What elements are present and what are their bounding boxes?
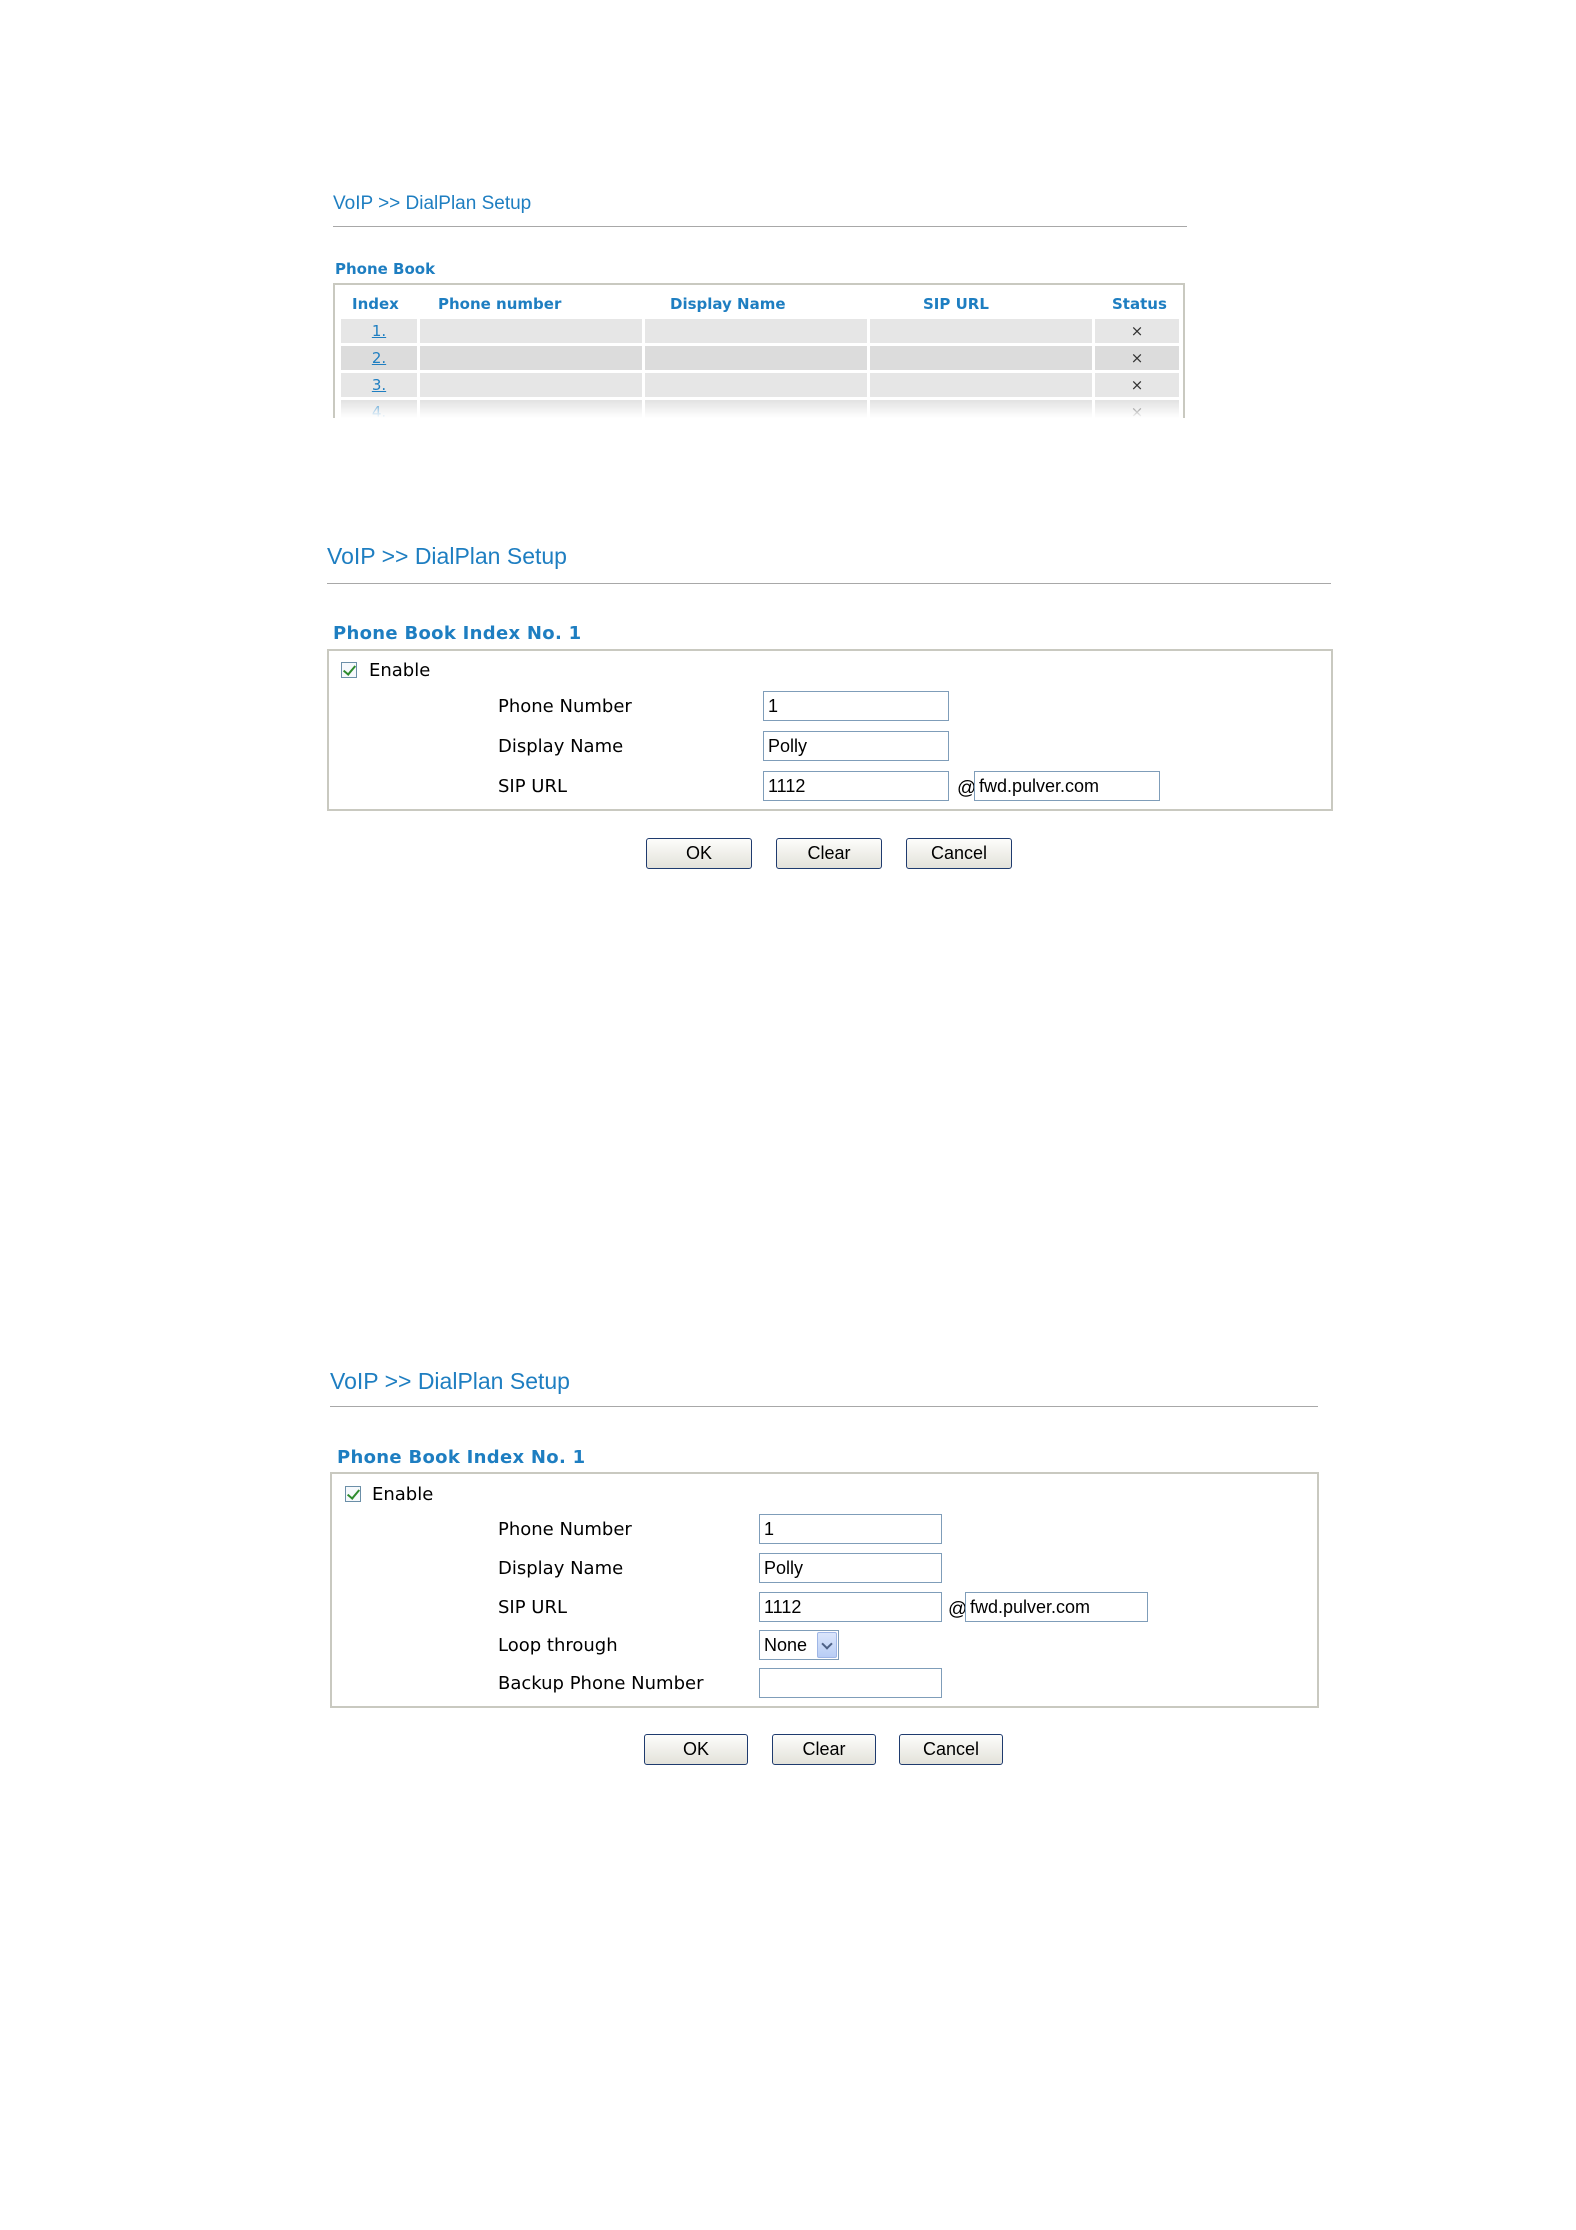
enable-label: Enable bbox=[372, 1484, 434, 1505]
sip-domain-input[interactable]: fwd.pulver.com bbox=[974, 771, 1160, 801]
page-title: VoIP >> DialPlan Setup bbox=[333, 193, 532, 214]
ok-button[interactable]: OK bbox=[644, 1734, 748, 1765]
table-row: 3. × bbox=[341, 373, 1179, 397]
row-phone-number bbox=[420, 373, 642, 397]
row-phone-number bbox=[420, 319, 642, 343]
backup-phone-number-label: Backup Phone Number bbox=[498, 1673, 704, 1694]
row-display-name bbox=[645, 319, 867, 343]
row-phone-number bbox=[420, 346, 642, 370]
cancel-button[interactable]: Cancel bbox=[906, 838, 1012, 869]
chevron-down-icon[interactable] bbox=[817, 1632, 837, 1658]
column-header-index: Index bbox=[352, 295, 399, 313]
row-sip-url bbox=[870, 319, 1092, 343]
table-row: 1. × bbox=[341, 319, 1179, 343]
column-header-sip-url: SIP URL bbox=[923, 295, 989, 313]
phone-book-table: Index Phone number Display Name SIP URL … bbox=[333, 283, 1185, 418]
display-name-label: Display Name bbox=[498, 1558, 624, 1579]
page-title: VoIP >> DialPlan Setup bbox=[330, 1368, 570, 1394]
column-header-status: Status bbox=[1112, 295, 1167, 313]
title-divider bbox=[333, 226, 1187, 227]
sip-url-input[interactable]: 1112 bbox=[763, 771, 949, 801]
column-header-phone-number: Phone number bbox=[438, 295, 562, 313]
enable-checkbox[interactable] bbox=[341, 662, 357, 678]
row-status: × bbox=[1095, 373, 1179, 397]
phone-book-label: Phone Book bbox=[335, 260, 436, 278]
sip-url-label: SIP URL bbox=[498, 1597, 568, 1618]
enable-label: Enable bbox=[369, 660, 431, 681]
cancel-button[interactable]: Cancel bbox=[899, 1734, 1003, 1765]
row-sip-url bbox=[870, 346, 1092, 370]
row-index-link[interactable]: 3. bbox=[341, 373, 417, 397]
phone-number-label: Phone Number bbox=[498, 696, 632, 717]
sip-domain-input[interactable]: fwd.pulver.com bbox=[965, 1592, 1148, 1622]
loop-through-selected: None bbox=[764, 1635, 808, 1655]
title-divider bbox=[330, 1406, 1318, 1407]
sip-url-label: SIP URL bbox=[498, 776, 568, 797]
clear-button[interactable]: Clear bbox=[772, 1734, 876, 1765]
phone-number-label: Phone Number bbox=[498, 1519, 632, 1540]
row-status: × bbox=[1095, 346, 1179, 370]
form-subtitle: Phone Book Index No. 1 bbox=[333, 623, 582, 644]
display-name-label: Display Name bbox=[498, 736, 624, 757]
row-index-link[interactable]: 2. bbox=[341, 346, 417, 370]
column-header-display-name: Display Name bbox=[670, 295, 786, 313]
row-display-name bbox=[645, 373, 867, 397]
enable-checkbox[interactable] bbox=[345, 1486, 361, 1502]
sip-url-input[interactable]: 1112 bbox=[759, 1592, 942, 1622]
form-subtitle: Phone Book Index No. 1 bbox=[337, 1447, 586, 1468]
title-divider bbox=[327, 583, 1331, 584]
loop-through-label: Loop through bbox=[498, 1635, 618, 1656]
display-name-input[interactable]: Polly bbox=[763, 731, 949, 761]
row-sip-url bbox=[870, 373, 1092, 397]
row-status: × bbox=[1095, 319, 1179, 343]
ok-button[interactable]: OK bbox=[646, 838, 752, 869]
backup-phone-number-input[interactable] bbox=[759, 1668, 942, 1698]
display-name-input[interactable]: Polly bbox=[759, 1553, 942, 1583]
phone-number-input[interactable]: 1 bbox=[763, 691, 949, 721]
phone-book-entry-form: Enable Phone Number 1 Display Name Polly… bbox=[327, 649, 1333, 811]
table-row: 2. × bbox=[341, 346, 1179, 370]
row-index-link[interactable]: 1. bbox=[341, 319, 417, 343]
row-display-name bbox=[645, 346, 867, 370]
page-title: VoIP >> DialPlan Setup bbox=[327, 543, 567, 569]
phone-book-entry-form: Enable Phone Number 1 Display Name Polly… bbox=[330, 1472, 1319, 1708]
phone-number-input[interactable]: 1 bbox=[759, 1514, 942, 1544]
cropped-fade bbox=[335, 396, 1183, 418]
loop-through-select[interactable]: None bbox=[759, 1630, 839, 1660]
clear-button[interactable]: Clear bbox=[776, 838, 882, 869]
